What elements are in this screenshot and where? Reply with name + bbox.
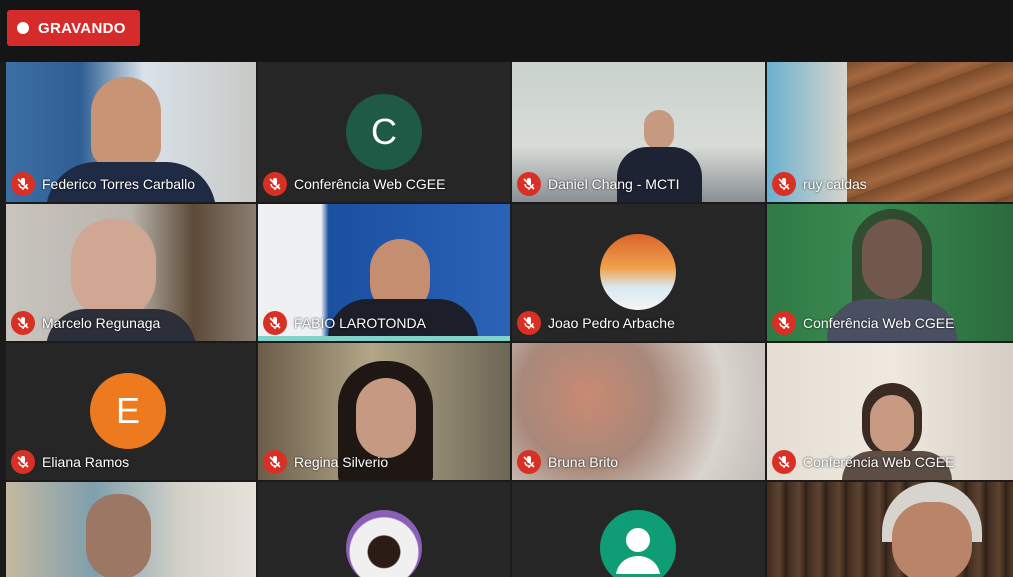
participant-tile[interactable]: Federico Torres Carballo	[6, 62, 256, 202]
participant-name-row: ruy caldas	[772, 172, 867, 196]
person-icon	[616, 528, 660, 574]
avatar	[600, 234, 676, 310]
mic-off-icon	[772, 311, 796, 335]
participant-tile[interactable]	[258, 482, 510, 577]
participant-tile[interactable]	[512, 482, 765, 577]
participant-name-row: Conferência Web CGEE	[772, 311, 954, 335]
avatar	[346, 510, 422, 577]
participant-name: Federico Torres Carballo	[42, 176, 196, 192]
participant-tile[interactable]: C Conferência Web CGEE	[258, 62, 510, 202]
participant-name: FABIO LAROTONDA	[294, 315, 426, 331]
participant-name: Joao Pedro Arbache	[548, 315, 675, 331]
participant-tile[interactable]: FABIO LAROTONDA	[258, 204, 510, 341]
participant-name-row: Conferência Web CGEE	[772, 450, 954, 474]
participant-tile[interactable]	[6, 482, 256, 577]
participant-name: Eliana Ramos	[42, 454, 130, 470]
person-silhouette	[86, 494, 151, 577]
mic-off-icon	[772, 450, 796, 474]
mic-off-icon	[263, 450, 287, 474]
participant-name: Bruna Brito	[548, 454, 619, 470]
recording-label: GRAVANDO	[38, 19, 126, 37]
person-silhouette	[870, 395, 914, 453]
participant-name-row: Federico Torres Carballo	[11, 172, 195, 196]
participant-name: Conferência Web CGEE	[803, 315, 955, 331]
participant-tile[interactable]: Conferência Web CGEE	[767, 204, 1013, 341]
participant-tile[interactable]: Conferência Web CGEE	[767, 343, 1013, 480]
mic-off-icon	[263, 311, 287, 335]
participant-name-row: FABIO LAROTONDA	[263, 311, 426, 335]
mic-off-icon	[517, 311, 541, 335]
participant-name: Regina Silverio	[294, 454, 389, 470]
mic-off-icon	[11, 450, 35, 474]
participant-name-row: Daniel Chang - MCTI	[517, 172, 680, 196]
participant-tile[interactable]: E Eliana Ramos	[6, 343, 256, 480]
participant-name: ruy caldas	[803, 176, 867, 192]
person-silhouette	[91, 77, 161, 167]
participant-tile[interactable]: ruy caldas	[767, 62, 1013, 202]
mic-off-icon	[517, 172, 541, 196]
person-silhouette	[71, 219, 156, 319]
participant-name-row: Bruna Brito	[517, 450, 618, 474]
person-silhouette	[356, 378, 416, 458]
participant-name: Conferência Web CGEE	[803, 454, 955, 470]
person-silhouette	[892, 502, 972, 577]
participant-tile[interactable]: Joao Pedro Arbache	[512, 204, 765, 341]
mic-off-icon	[263, 172, 287, 196]
participant-tile[interactable]	[767, 482, 1013, 577]
participant-name-row: Joao Pedro Arbache	[517, 311, 675, 335]
participant-name-row: Eliana Ramos	[11, 450, 129, 474]
participant-name: Daniel Chang - MCTI	[548, 176, 680, 192]
avatar: C	[346, 94, 422, 170]
mic-off-icon	[772, 172, 796, 196]
participant-tile[interactable]: Daniel Chang - MCTI	[512, 62, 765, 202]
participant-name-row: Marcelo Regunaga	[11, 311, 160, 335]
participant-name: Conferência Web CGEE	[294, 176, 446, 192]
mic-off-icon	[11, 172, 35, 196]
top-bar: GRAVANDO	[0, 0, 1013, 62]
participant-tile[interactable]: Regina Silverio	[258, 343, 510, 480]
participant-name-row: Regina Silverio	[263, 450, 388, 474]
record-dot-icon	[17, 22, 29, 34]
active-speaker-bar	[258, 336, 510, 341]
participant-name: Marcelo Regunaga	[42, 315, 161, 331]
person-silhouette	[644, 110, 674, 150]
recording-indicator: GRAVANDO	[7, 10, 140, 46]
participant-name-row: Conferência Web CGEE	[263, 172, 445, 196]
participant-tile[interactable]: Bruna Brito	[512, 343, 765, 480]
avatar: E	[90, 373, 166, 449]
avatar	[600, 510, 676, 577]
participant-tile[interactable]: Marcelo Regunaga	[6, 204, 256, 341]
mic-off-icon	[11, 311, 35, 335]
mic-off-icon	[517, 450, 541, 474]
